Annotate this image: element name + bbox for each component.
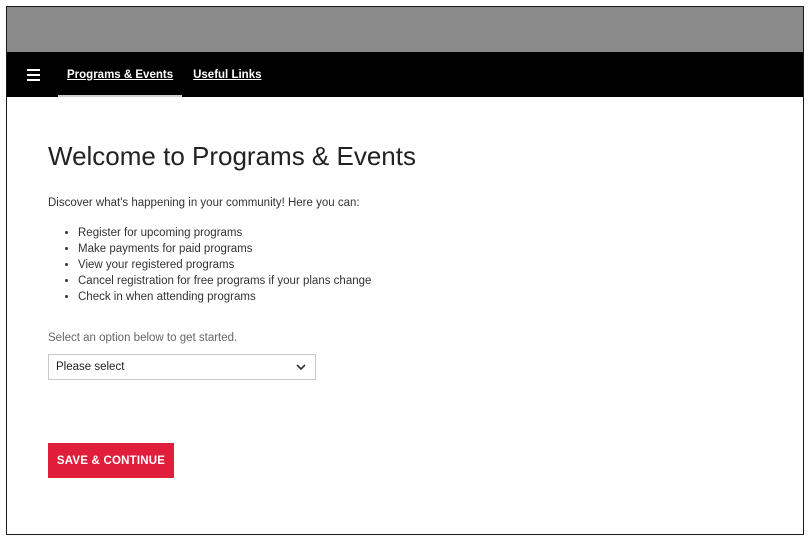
chevron-down-icon xyxy=(295,361,307,373)
intro-text: Discover what's happening in your commun… xyxy=(48,197,360,210)
feature-item: View your registered programs xyxy=(78,257,803,273)
main-content: Welcome to Programs & Events Discover wh… xyxy=(7,97,803,479)
page-title: Welcome to Programs & Events xyxy=(48,141,416,171)
select-prompt: Select an option below to get started. xyxy=(48,332,238,345)
top-banner xyxy=(7,7,803,52)
nav-link-useful-links[interactable]: Useful Links xyxy=(193,52,261,97)
feature-item: Check in when attending programs xyxy=(78,289,803,305)
save-continue-button[interactable]: SAVE & CONTINUE xyxy=(48,443,174,479)
top-navbar: Programs & Events Useful Links xyxy=(7,52,803,97)
feature-item: Cancel registration for free programs if… xyxy=(78,273,803,289)
option-select-value: Please select xyxy=(56,361,125,374)
nav-link-programs-events[interactable]: Programs & Events xyxy=(57,52,183,97)
feature-item: Register for upcoming programs xyxy=(78,225,803,241)
app-frame: Programs & Events Useful Links Welcome t… xyxy=(6,6,804,535)
feature-item: Make payments for paid programs xyxy=(78,241,803,257)
feature-list: Register for upcoming programs Make paym… xyxy=(48,225,803,305)
hamburger-menu-icon[interactable] xyxy=(27,64,49,86)
option-select[interactable]: Please select xyxy=(48,354,316,381)
